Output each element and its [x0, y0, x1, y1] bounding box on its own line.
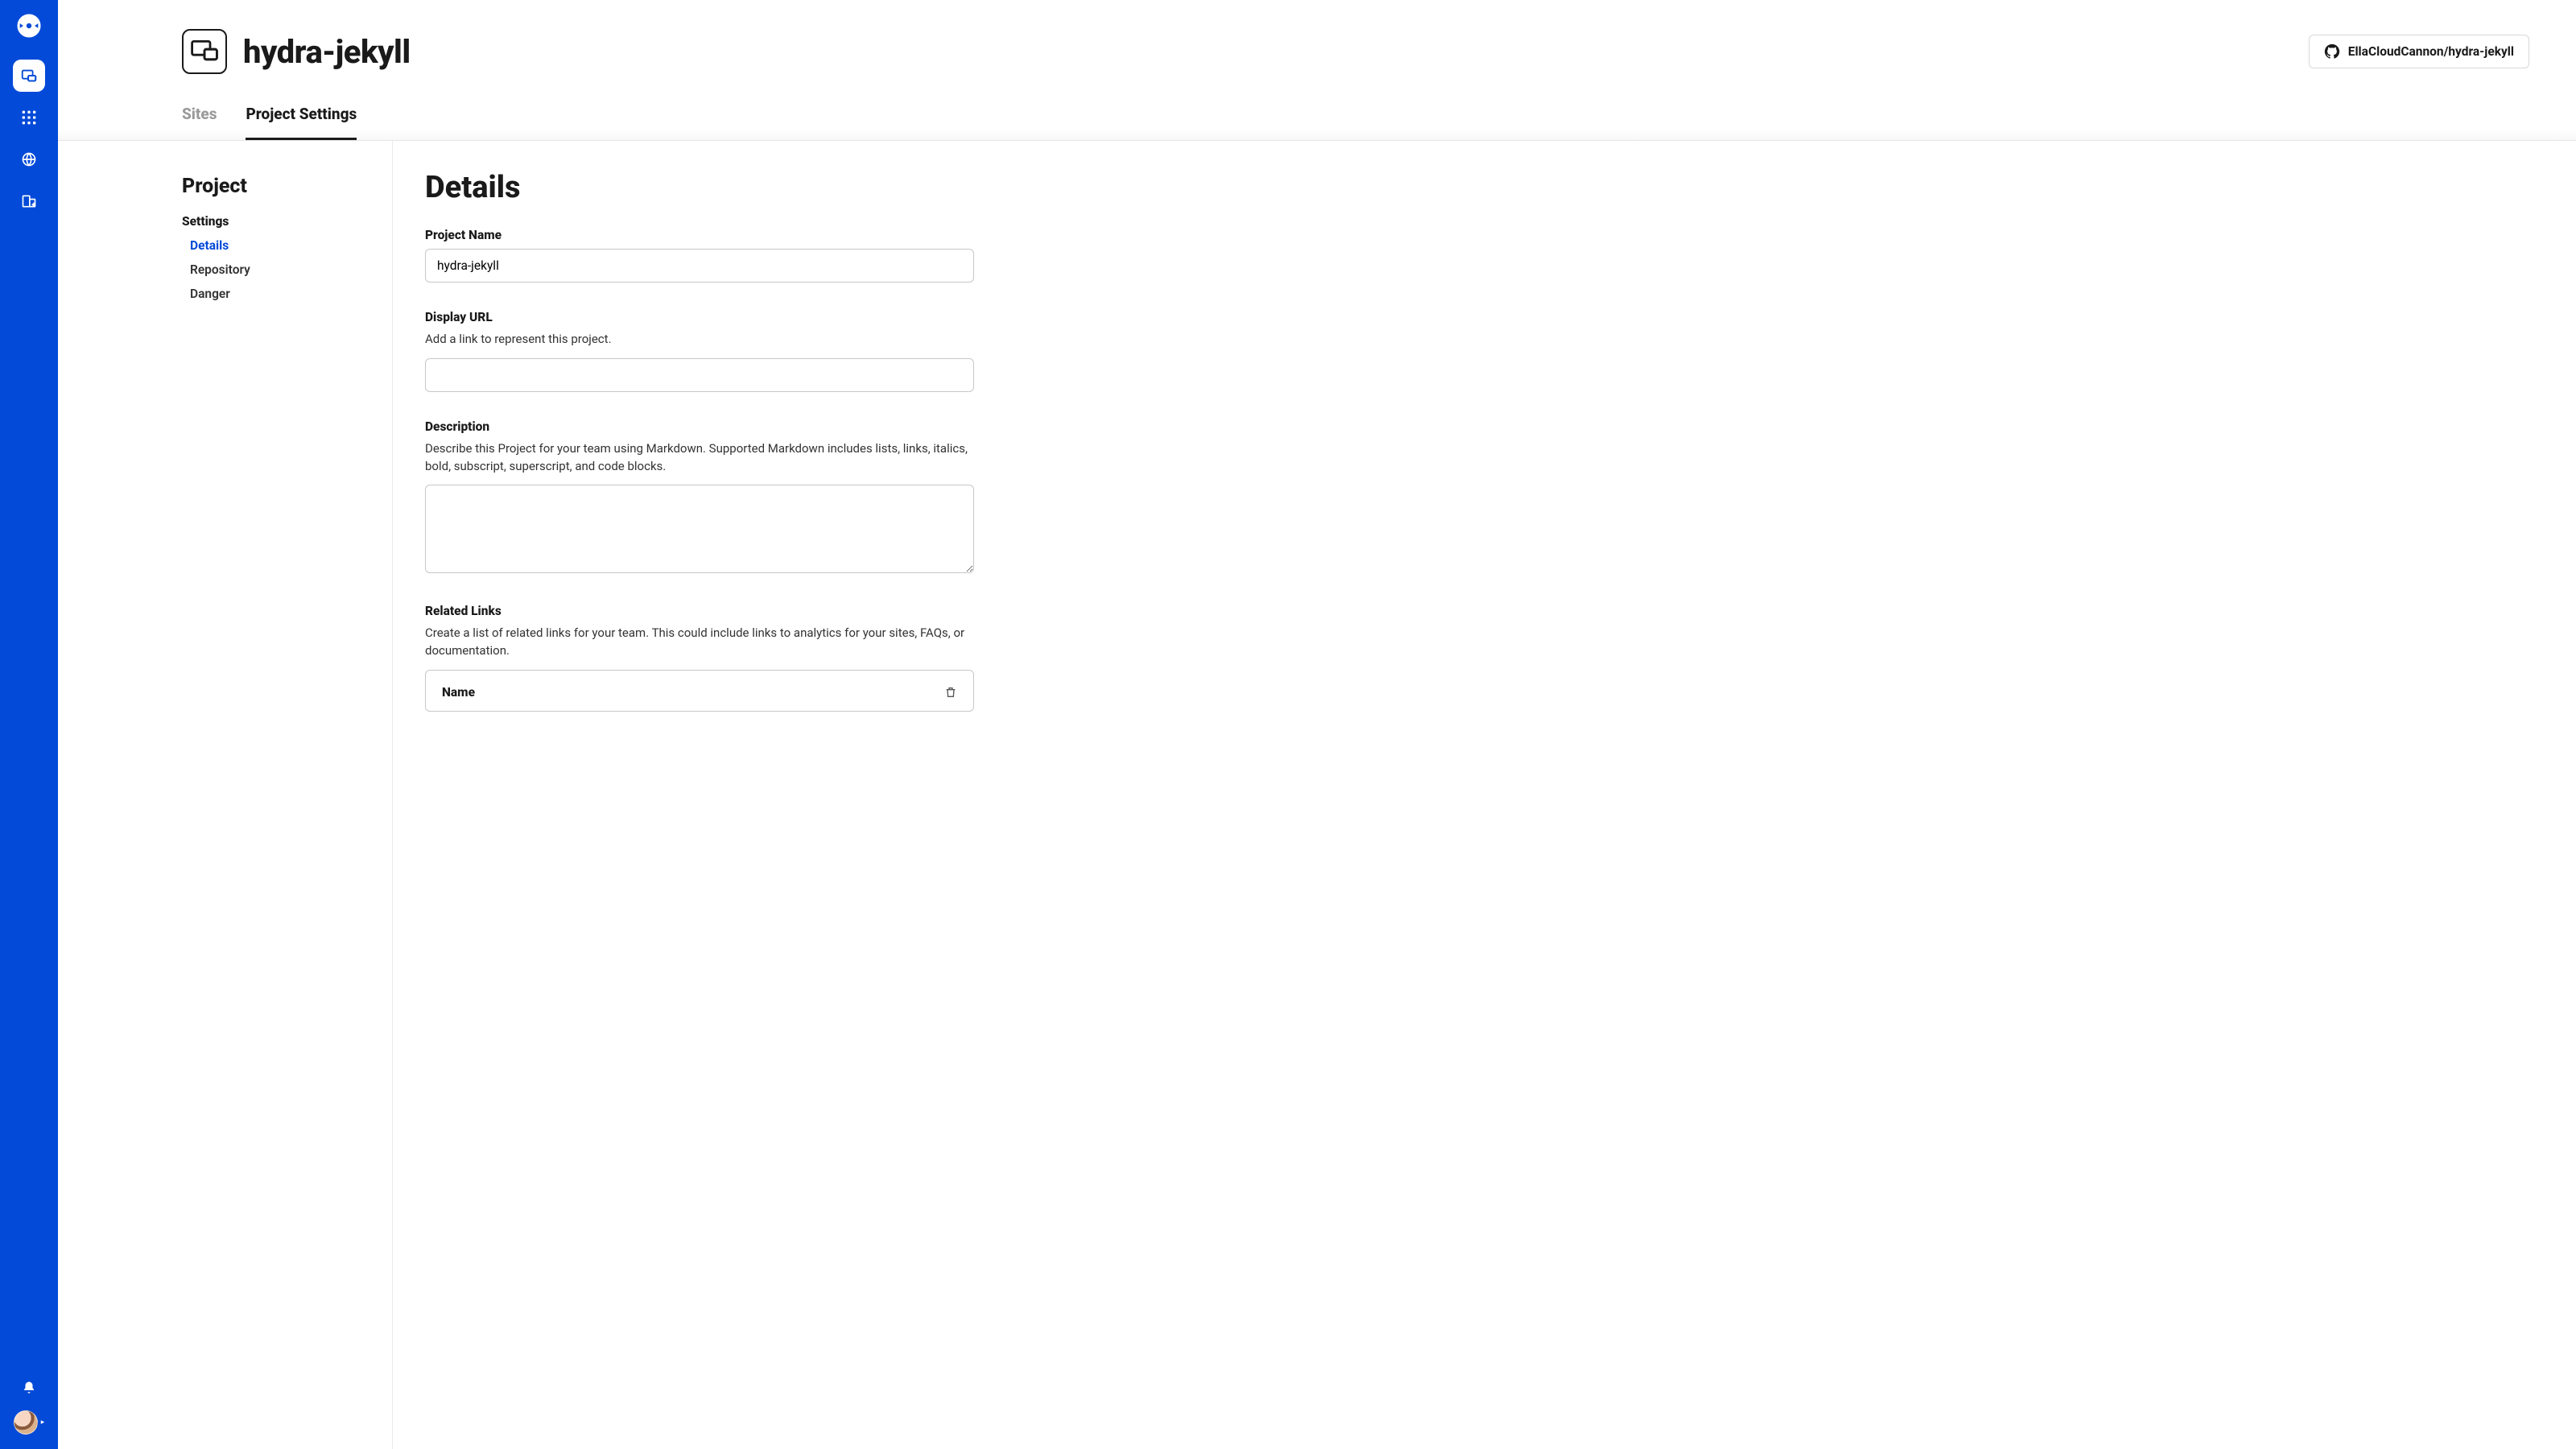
link-name-label: Name: [442, 685, 475, 700]
sidebar-item-danger[interactable]: Danger: [190, 287, 360, 301]
sidebar-item-repository[interactable]: Repository: [190, 262, 360, 277]
display-url-label: Display URL: [425, 310, 974, 324]
settings-sidebar: Project Settings Details Repository Dang…: [58, 141, 393, 1449]
details-form: Details Project Name Display URL Add a l…: [393, 141, 1021, 1449]
rail-item-projects[interactable]: [13, 60, 45, 92]
project-name-label: Project Name: [425, 228, 974, 242]
sidebar-title: Project: [182, 175, 360, 198]
delete-link-button[interactable]: [944, 685, 957, 700]
github-icon: [2324, 43, 2340, 60]
display-url-input[interactable]: [425, 358, 974, 392]
user-menu[interactable]: ▸: [14, 1410, 45, 1435]
nav-rail: ▸: [0, 0, 58, 1449]
form-title: Details: [425, 170, 974, 205]
display-url-help: Add a link to represent this project.: [425, 331, 974, 349]
rail-item-apps[interactable]: [13, 101, 45, 134]
chevron-right-icon: ▸: [41, 1418, 45, 1426]
related-link-item: Name: [425, 670, 974, 712]
page-title: hydra-jekyll: [243, 33, 411, 71]
avatar: [14, 1410, 38, 1435]
project-header: hydra-jekyll EllaCloudCannon/hydra-jekyl…: [58, 0, 2576, 141]
rail-item-domains[interactable]: [13, 143, 45, 175]
brand-logo-icon: [14, 11, 43, 40]
rail-item-org[interactable]: [13, 185, 45, 217]
repo-link-button[interactable]: EllaCloudCannon/hydra-jekyll: [2309, 35, 2529, 68]
tabs: Sites Project Settings: [182, 105, 2529, 140]
related-links-label: Related Links: [425, 604, 974, 618]
sidebar-item-details[interactable]: Details: [190, 238, 360, 253]
description-help: Describe this Project for your team usin…: [425, 440, 974, 476]
tab-project-settings[interactable]: Project Settings: [246, 105, 357, 140]
related-links-help: Create a list of related links for your …: [425, 625, 974, 660]
tab-sites[interactable]: Sites: [182, 105, 217, 140]
project-name-input[interactable]: [425, 249, 974, 283]
project-icon: [182, 29, 227, 74]
sidebar-subtitle: Settings: [182, 214, 360, 229]
repo-link-label: EllaCloudCannon/hydra-jekyll: [2348, 44, 2514, 59]
notifications-icon[interactable]: [18, 1377, 40, 1399]
description-label: Description: [425, 419, 974, 434]
description-textarea[interactable]: [425, 485, 974, 573]
